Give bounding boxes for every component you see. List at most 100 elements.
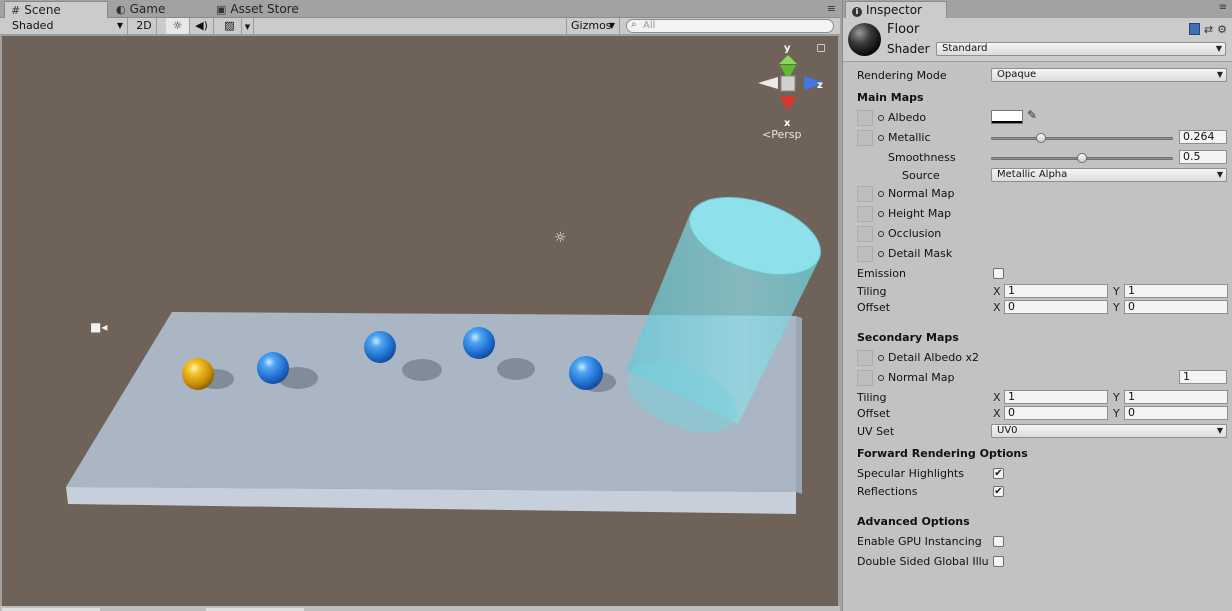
- secondary-tiling-y-field[interactable]: 1: [1124, 390, 1228, 404]
- lock-icon[interactable]: [817, 44, 825, 52]
- albedo-color-swatch[interactable]: [991, 110, 1023, 124]
- secondary-offset-label: Offset: [857, 407, 891, 420]
- texture-picker-dot[interactable]: [878, 375, 884, 381]
- albedo-texture-slot[interactable]: [857, 110, 873, 126]
- main-offset-y-field[interactable]: 0: [1124, 300, 1228, 314]
- sun-icon: ☼: [172, 19, 183, 32]
- gear-icon[interactable]: ⚙: [1217, 23, 1227, 36]
- texture-picker-dot[interactable]: [878, 191, 884, 197]
- advanced-options-title: Advanced Options: [857, 515, 970, 528]
- blue-sphere[interactable]: [257, 352, 289, 384]
- secondary-offset-y-field[interactable]: 0: [1124, 406, 1228, 420]
- camera-icon[interactable]: ■◂: [90, 320, 107, 334]
- secondary-offset-x-field[interactable]: 0: [1004, 406, 1108, 420]
- secondary-tiling-x-field[interactable]: 1: [1004, 390, 1108, 404]
- effects-toggle[interactable]: ▨: [218, 18, 242, 34]
- detail-mask-label: Detail Mask: [888, 247, 953, 260]
- gpu-instancing-checkbox[interactable]: [993, 536, 1004, 547]
- tab-inspector-label: Inspector: [866, 3, 922, 17]
- main-tiling-x-label: X: [993, 285, 1001, 298]
- yellow-sphere[interactable]: [182, 358, 214, 390]
- chevron-down-icon: ▼: [244, 23, 251, 31]
- secondary-offset-y-label: Y: [1113, 407, 1120, 420]
- tab-asset-store[interactable]: ▣ Asset Store: [210, 1, 305, 18]
- blue-sphere[interactable]: [463, 327, 495, 359]
- metallic-slider-thumb[interactable]: [1036, 133, 1047, 143]
- smoothness-value-field[interactable]: 0.5: [1179, 150, 1227, 164]
- chevron-down-icon: ▼: [1215, 44, 1222, 53]
- effects-dropdown[interactable]: ▼: [242, 18, 254, 34]
- mode-2d-button[interactable]: 2D: [132, 18, 157, 34]
- axis-label-y: y: [784, 43, 791, 54]
- blue-sphere[interactable]: [364, 331, 396, 363]
- gizmos-dropdown[interactable]: Gizmos ▼: [566, 18, 620, 34]
- occlusion-texture-slot[interactable]: [857, 226, 873, 242]
- height-map-texture-slot[interactable]: [857, 206, 873, 222]
- search-icon: ⌕: [631, 19, 637, 30]
- double-sided-gi-checkbox[interactable]: [993, 556, 1004, 567]
- tab-game[interactable]: ◐ Game: [110, 1, 171, 18]
- metallic-slider-track[interactable]: [991, 137, 1173, 140]
- main-tiling-x-field[interactable]: 1: [1004, 284, 1108, 298]
- source-label: Source: [902, 169, 940, 182]
- uv-set-dropdown[interactable]: UV0 ▼: [991, 424, 1227, 438]
- preset-icon[interactable]: ⇄: [1204, 23, 1213, 36]
- unity-editor: # Scene ◐ Game ▣ Asset Store ≡ Shaded ▼ …: [0, 0, 1232, 611]
- specular-highlights-label: Specular Highlights: [857, 467, 964, 480]
- secondary-normal-scale-field[interactable]: 1: [1179, 370, 1227, 384]
- audio-toggle[interactable]: ◀): [190, 18, 214, 34]
- persp-toggle[interactable]: <Persp: [762, 128, 801, 141]
- inspector-tabbar: i Inspector ≡: [843, 0, 1232, 18]
- albedo-label: Albedo: [888, 111, 927, 124]
- scene-toolbar: Shaded ▼ 2D ☼ ◀) ▨ ▼ Gizmos ▼ ⌕ All: [0, 18, 840, 35]
- eyedropper-icon[interactable]: ✎: [1027, 108, 1037, 122]
- emission-checkbox[interactable]: [993, 268, 1004, 279]
- tab-asset-store-label: Asset Store: [230, 2, 299, 16]
- detail-albedo-texture-slot[interactable]: [857, 350, 873, 366]
- main-offset-x-field[interactable]: 0: [1004, 300, 1108, 314]
- search-placeholder: All: [643, 20, 656, 31]
- normal-map-texture-slot[interactable]: [857, 186, 873, 202]
- draw-mode-dropdown[interactable]: Shaded ▼: [4, 18, 128, 34]
- scene-viewport[interactable]: y z x <Persp ☼ ■◂: [2, 36, 838, 606]
- metallic-texture-slot[interactable]: [857, 130, 873, 146]
- metallic-value-field[interactable]: 0.264: [1179, 130, 1227, 144]
- secondary-tiling-x-label: X: [993, 391, 1001, 404]
- inspector-panel: i Inspector ≡ Floor Shader Standard ▼ ⇄ ⚙…: [842, 0, 1232, 611]
- texture-picker-dot[interactable]: [878, 211, 884, 217]
- lighting-toggle[interactable]: ☼: [166, 18, 190, 34]
- source-value: Metallic Alpha: [997, 169, 1068, 180]
- occlusion-label: Occlusion: [888, 227, 942, 240]
- main-tiling-y-field[interactable]: 1: [1124, 284, 1228, 298]
- texture-picker-dot[interactable]: [878, 115, 884, 121]
- checkmark-icon: ✔: [994, 486, 1003, 497]
- secondary-normal-map-texture-slot[interactable]: [857, 370, 873, 386]
- texture-picker-dot[interactable]: [878, 231, 884, 237]
- shader-value: Standard: [942, 43, 988, 54]
- directional-light-icon[interactable]: ☼: [554, 230, 567, 246]
- help-book-icon[interactable]: [1188, 23, 1200, 35]
- tab-scene[interactable]: # Scene: [4, 1, 108, 19]
- source-dropdown[interactable]: Metallic Alpha ▼: [991, 168, 1227, 182]
- rendering-mode-dropdown[interactable]: Opaque ▼: [991, 68, 1227, 82]
- texture-picker-dot[interactable]: [878, 135, 884, 141]
- shader-label: Shader: [887, 42, 930, 56]
- texture-picker-dot[interactable]: [878, 355, 884, 361]
- specular-highlights-checkbox[interactable]: ✔: [993, 468, 1004, 479]
- uv-set-label: UV Set: [857, 425, 895, 438]
- smoothness-slider-thumb[interactable]: [1077, 153, 1087, 163]
- detail-albedo-label: Detail Albedo x2: [888, 351, 979, 364]
- inspector-menu-icon[interactable]: ≡: [1219, 2, 1227, 13]
- axis-label-z: z: [817, 80, 823, 91]
- height-map-label: Height Map: [888, 207, 952, 220]
- texture-picker-dot[interactable]: [878, 251, 884, 257]
- shadow: [402, 359, 442, 381]
- detail-mask-texture-slot[interactable]: [857, 246, 873, 262]
- shader-dropdown[interactable]: Standard ▼: [936, 42, 1226, 56]
- blue-sphere[interactable]: [569, 356, 603, 390]
- orientation-gizmo[interactable]: [758, 55, 824, 111]
- tab-inspector[interactable]: i Inspector: [845, 1, 947, 18]
- scene-panel-menu-icon[interactable]: ≡: [827, 2, 836, 15]
- reflections-checkbox[interactable]: ✔: [993, 486, 1004, 497]
- scene-search-input[interactable]: ⌕ All: [626, 19, 834, 33]
